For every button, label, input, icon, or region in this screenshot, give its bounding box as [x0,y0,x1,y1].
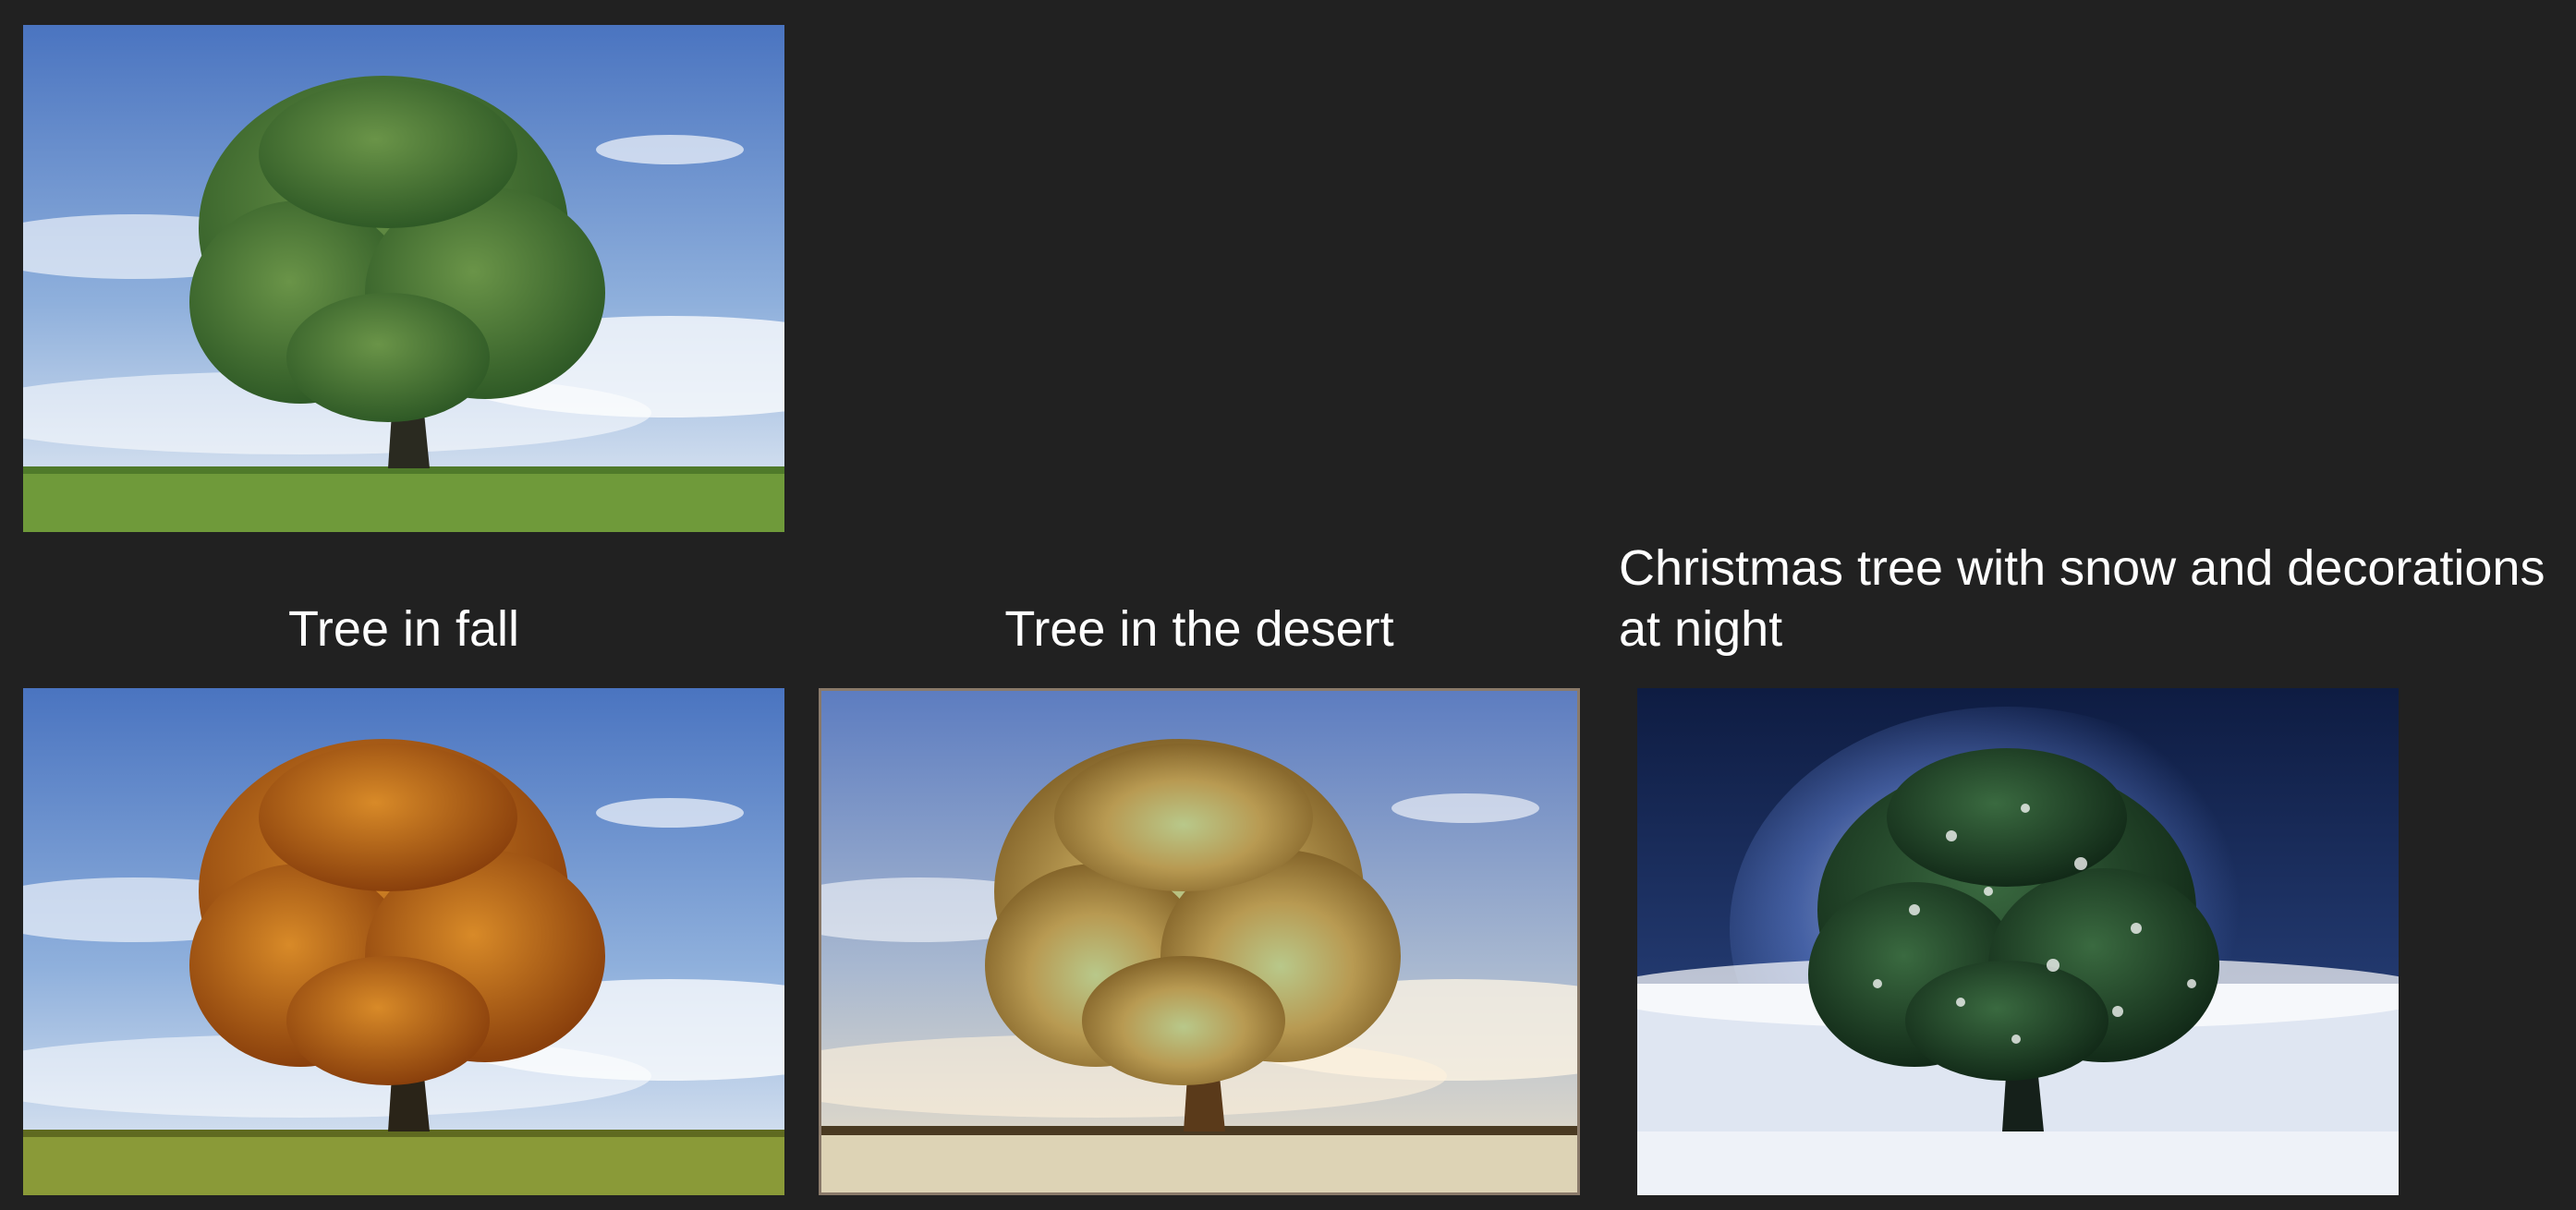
tree-in-desert-image [819,688,1580,1195]
christmas-tree-image [1637,688,2399,1195]
caption-christmas-tree: Christmas tree with snow and decorations… [1619,538,2545,659]
original-tree-image [23,25,784,532]
caption-tree-in-desert: Tree in the desert [1004,601,1394,657]
caption-tree-in-fall: Tree in fall [287,601,520,657]
caption-christmas-tree-line2: at night [1619,601,1783,657]
tree-in-fall-image [23,688,784,1195]
caption-christmas-tree-line1: Christmas tree with snow and decorations [1619,540,2546,596]
